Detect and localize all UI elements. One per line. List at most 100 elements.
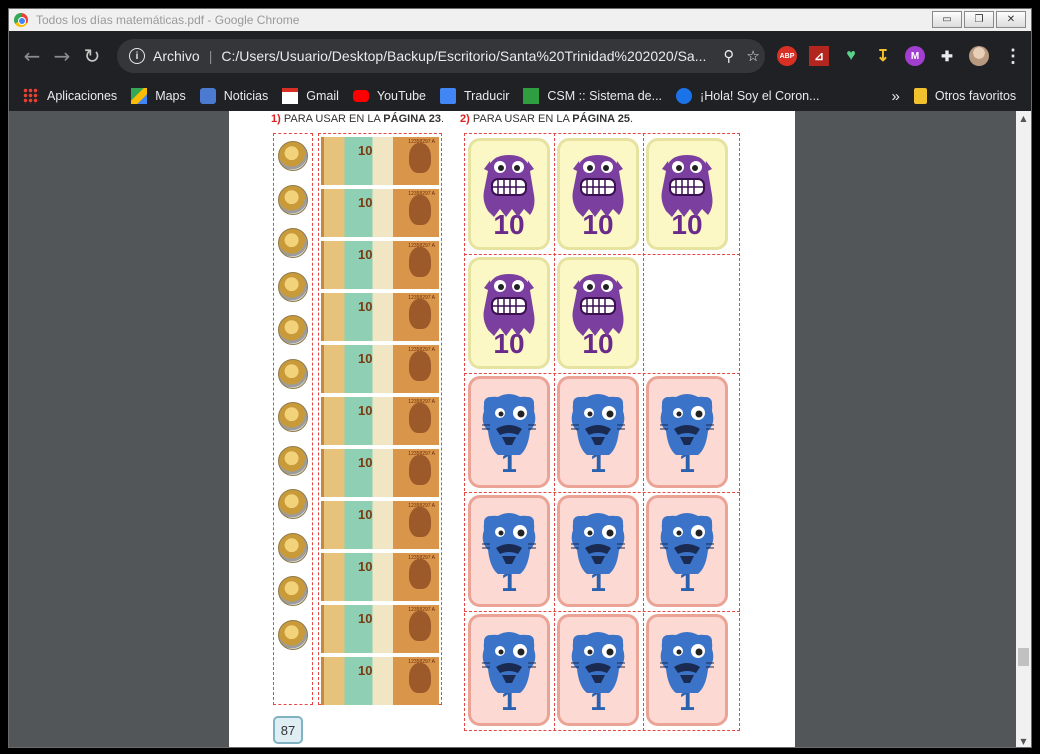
monster-card-1: 1 — [468, 495, 550, 607]
title-bar: Todos los días matemáticas.pdf - Google … — [9, 9, 1031, 31]
bookmark-label: Noticias — [223, 89, 269, 103]
bookmark-youtube[interactable]: YouTube — [352, 89, 426, 103]
banknote-cutout: 10 12358297 A — [321, 605, 439, 653]
monster-card-1: 1 — [557, 495, 639, 607]
cut-line — [464, 373, 740, 374]
restore-button[interactable]: ❐ — [964, 11, 994, 28]
translate-icon — [440, 88, 457, 104]
banknote-value: 10 — [358, 143, 373, 158]
coin-cutout — [278, 445, 308, 476]
portrait-icon — [409, 403, 431, 433]
purple-monster-icon — [572, 155, 624, 217]
monster-card-1: 1 — [646, 614, 728, 726]
zoom-icon[interactable]: ⚲ — [723, 47, 734, 65]
heart-icon[interactable]: ♥ — [841, 46, 861, 66]
site-info-icon[interactable]: i — [129, 48, 145, 64]
gmail-icon — [282, 88, 299, 104]
purple-monster-icon — [483, 274, 535, 336]
banknote-value: 10 — [358, 403, 373, 418]
banknote-value: 10 — [358, 195, 373, 210]
coin-cutout — [278, 489, 308, 519]
puzzle-icon[interactable]: ✚ — [937, 46, 957, 66]
close-button[interactable]: ✕ — [996, 11, 1026, 28]
coin-cutout — [278, 315, 308, 345]
portrait-icon — [409, 611, 431, 641]
monster-card-1: 1 — [557, 614, 639, 726]
blue-monster-icon — [571, 394, 625, 455]
blue-monster-icon — [482, 632, 536, 693]
monster-card-1: 1 — [468, 376, 550, 488]
banknote-cutout: 10 12358297 A — [321, 137, 439, 185]
blue-monster-icon — [571, 513, 625, 574]
bookmark-gmail[interactable]: Gmail — [282, 88, 339, 104]
csm-icon — [523, 88, 540, 104]
window-title: Todos los días matemáticas.pdf - Google … — [36, 13, 300, 27]
scheme-label: Archivo — [153, 48, 200, 64]
vertical-scrollbar[interactable]: ▲ ▼ — [1016, 111, 1031, 747]
scroll-down-arrow[interactable]: ▼ — [1016, 734, 1031, 747]
address-bar[interactable]: i Archivo | C:/Users/Usuario/Desktop/Bac… — [117, 39, 765, 73]
minimize-button[interactable]: ▭ — [932, 11, 962, 28]
news-icon — [199, 88, 216, 104]
blue-monster-icon — [660, 394, 714, 455]
back-button[interactable]: ← — [17, 41, 47, 71]
banknote-value: 10 — [358, 663, 373, 678]
monster-card-10: 10 — [468, 257, 550, 369]
pdf-page: 1) PARA USAR EN LA PÁGINA 23. 2) PARA US… — [229, 111, 795, 747]
blue-monster-icon — [482, 513, 536, 574]
scroll-up-arrow[interactable]: ▲ — [1016, 111, 1031, 126]
blue-monster-icon — [482, 394, 536, 455]
profile-avatar-icon[interactable] — [969, 46, 989, 66]
coin-cutout — [278, 402, 308, 432]
yellow-arrow-icon[interactable]: ↧ — [873, 46, 893, 66]
url-text[interactable]: C:/Users/Usuario/Desktop/Backup/Escritor… — [221, 48, 711, 64]
bookmark-coronavirus[interactable]: ¡Hola! Soy el Coron... — [676, 88, 820, 104]
section-heading-1: 1) PARA USAR EN LA PÁGINA 23. — [271, 113, 445, 125]
youtube-icon — [352, 90, 369, 102]
reload-button[interactable]: ↻ — [77, 41, 107, 71]
portrait-icon — [409, 143, 431, 173]
blue-monster-icon — [660, 513, 714, 574]
banknote-cutout: 10 12358297 A — [321, 345, 439, 393]
bookmark-csm[interactable]: CSM :: Sistema de... — [523, 88, 662, 104]
coin-cutout — [278, 532, 308, 563]
bookmark-translate[interactable]: Traducir — [440, 88, 509, 104]
pdf-icon[interactable]: ⊿ — [809, 46, 829, 66]
bookmark-label: CSM :: Sistema de... — [547, 89, 663, 103]
scrollbar-thumb[interactable] — [1018, 648, 1029, 666]
coin-cutout — [278, 228, 308, 258]
banknote-cutout: 10 12358297 A — [321, 501, 439, 549]
folder-icon — [913, 88, 927, 104]
bookmarks-bar: Aplicaciones Maps Noticias Gmail YouTube… — [9, 81, 1031, 111]
banknote-cutout: 10 12358297 A — [321, 397, 439, 445]
other-bookmarks[interactable]: Otros favoritos — [913, 88, 1016, 104]
monster-card-1: 1 — [646, 495, 728, 607]
monster-card-10: 10 — [646, 138, 728, 250]
bookmark-star-icon[interactable]: ☆ — [746, 47, 759, 65]
coin-cutout — [278, 358, 308, 389]
coin-cutout — [278, 184, 308, 215]
cut-line — [464, 492, 740, 493]
blue-monster-icon — [571, 632, 625, 693]
bookmark-apps[interactable]: Aplicaciones — [23, 88, 117, 104]
banknote-cutout: 10 12358297 A — [321, 241, 439, 289]
monster-card-10: 10 — [468, 138, 550, 250]
chrome-menu-icon[interactable]: ⋮ — [1003, 46, 1023, 66]
bookmarks-overflow-button[interactable]: » — [892, 88, 900, 105]
bookmark-news[interactable]: Noticias — [199, 88, 269, 104]
browser-toolbar: ← → ↻ i Archivo | C:/Users/Usuario/Deskt… — [9, 31, 1031, 81]
portrait-icon — [409, 247, 431, 277]
chrome-icon — [14, 13, 28, 27]
banknote-value: 10 — [358, 455, 373, 470]
portrait-icon — [409, 559, 431, 589]
cut-line — [464, 254, 740, 255]
banknote-cutout: 10 12358297 A — [321, 657, 439, 705]
purple-m-icon[interactable]: M — [905, 46, 925, 66]
adblock-plus-icon[interactable]: ABP — [777, 46, 797, 66]
maps-icon — [131, 88, 148, 104]
banknote-value: 10 — [358, 247, 373, 262]
bookmark-maps[interactable]: Maps — [131, 88, 186, 104]
forward-button[interactable]: → — [47, 41, 77, 71]
bookmark-label: Traducir — [464, 89, 510, 103]
banknote-value: 10 — [358, 299, 373, 314]
